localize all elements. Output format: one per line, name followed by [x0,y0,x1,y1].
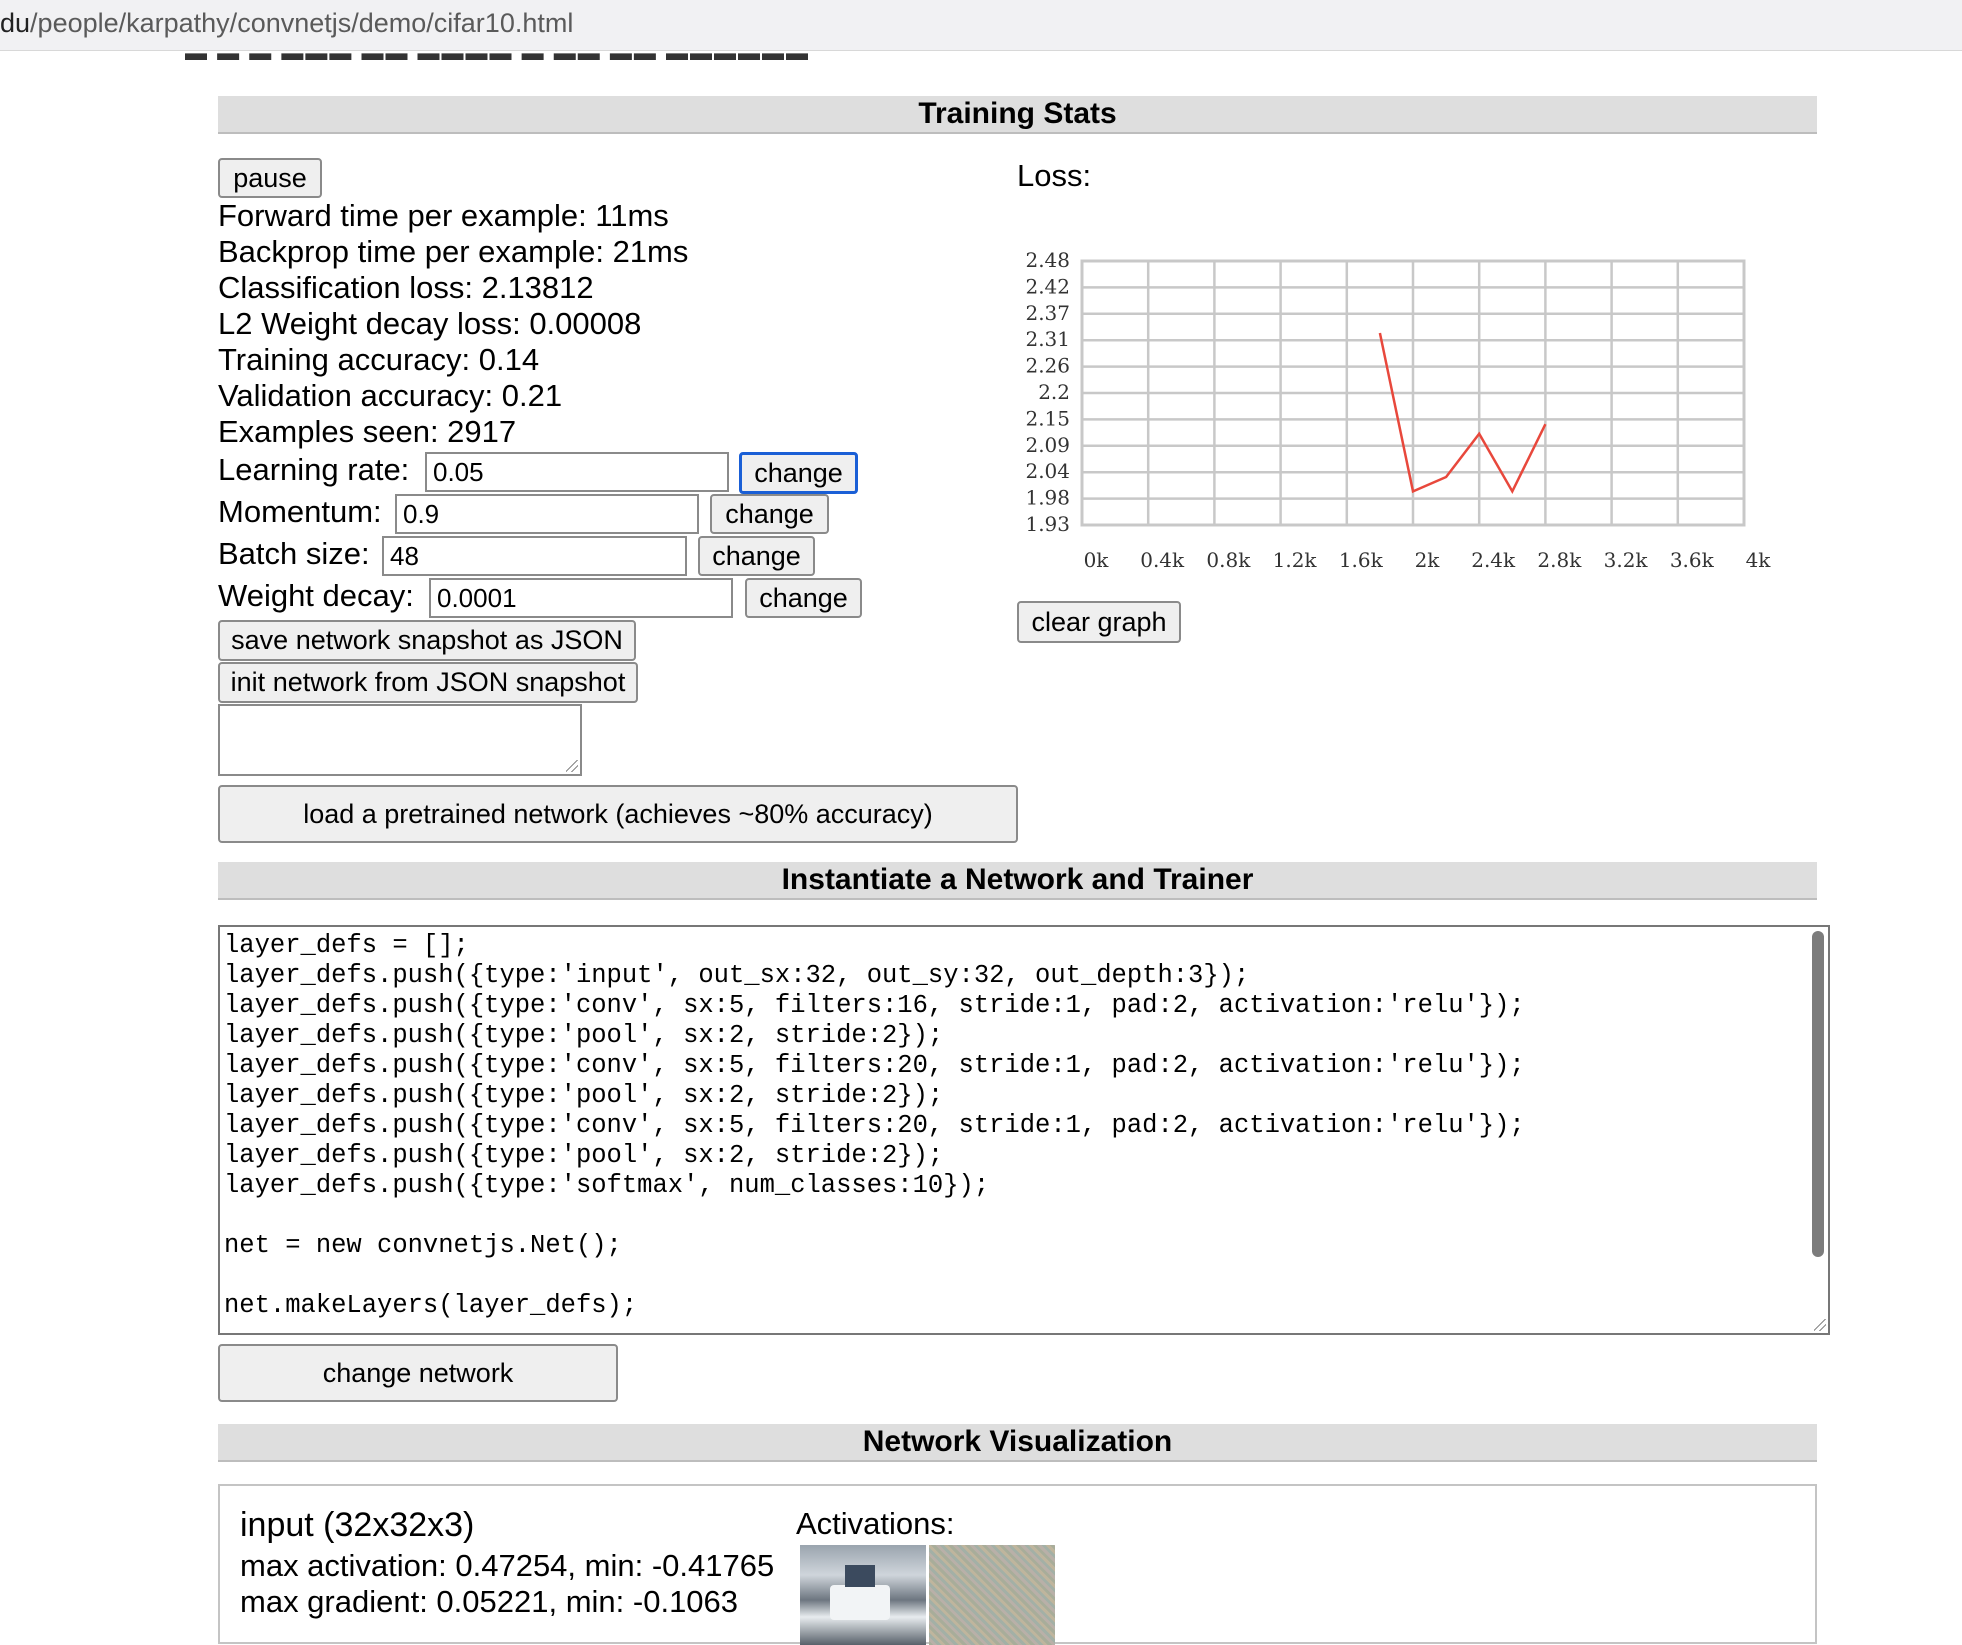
gradient-stats: max gradient: 0.05221, min: -0.1063 [240,1584,739,1619]
l2-weight-decay-loss: L2 Weight decay loss: 0.00008 [218,306,642,341]
code-scrollbar[interactable] [1812,931,1824,1257]
learning-rate-input[interactable]: 0.05 [425,452,729,492]
momentum-change-button[interactable]: change [710,494,829,534]
x-tick-label: 0k [1084,548,1110,572]
y-tick-label: 2.48 [1025,248,1070,272]
classification-loss: Classification loss: 2.13812 [218,270,594,305]
url-text[interactable]: du/people/karpathy/convnetjs/demo/cifar1… [0,8,573,39]
json-snapshot-textarea[interactable] [218,704,582,776]
url-path: /people/karpathy/convnetjs/demo/cifar10.… [30,8,574,38]
validation-accuracy: Validation accuracy: 0.21 [218,378,563,413]
x-tick-label: 1.6k [1339,548,1384,572]
resize-grip-icon[interactable] [566,760,578,772]
momentum-input[interactable]: 0.9 [395,494,699,534]
backprop-time: Backprop time per example: 21ms [218,234,689,269]
batch-size-change-button[interactable]: change [698,536,815,576]
code-line: layer_defs.push({type:'conv', sx:5, filt… [224,991,1525,1020]
x-tick-label: 1.2k [1273,548,1318,572]
x-tick-label: 0.4k [1140,548,1185,572]
code-line: layer_defs.push({type:'input', out_sx:32… [224,961,1250,990]
network-definition-textarea[interactable]: layer_defs = []; layer_defs.push({type:'… [218,925,1830,1335]
code-line: layer_defs.push({type:'pool', sx:2, stri… [224,1141,944,1170]
y-tick-label: 2.26 [1025,354,1070,378]
code-line: layer_defs.push({type:'pool', sx:2, stri… [224,1021,944,1050]
layer-title: input (32x32x3) [240,1506,475,1544]
code-line: layer_defs.push({type:'softmax', num_cla… [224,1171,990,1200]
visualization-header: Network Visualization [218,1424,1817,1462]
layer-visualization-panel: input (32x32x3) max activation: 0.47254,… [218,1484,1817,1645]
code-line: layer_defs.push({type:'conv', sx:5, filt… [224,1051,1525,1080]
x-tick-label: 2.8k [1537,548,1582,572]
forward-time: Forward time per example: 11ms [218,198,669,233]
clipped-text: ▬ ▬ ▬ ▬▬▬ ▬▬ ▬▬▬▬ ▬ ▬▬ ▬▬ ▬▬▬▬▬▬ [185,50,810,62]
save-snapshot-button[interactable]: save network snapshot as JSON [218,620,636,661]
weight-decay-label: Weight decay: [218,578,414,613]
load-pretrained-button[interactable]: load a pretrained network (achieves ~80%… [218,785,1018,843]
batch-size-label: Batch size: [218,536,370,571]
y-tick-label: 1.93 [1025,512,1070,536]
x-tick-label: 4k [1746,548,1772,572]
weight-decay-input[interactable]: 0.0001 [429,578,733,618]
code-line: net = new convnetjs.Net(); [224,1231,622,1260]
y-tick-label: 2.42 [1025,274,1070,298]
pause-button[interactable]: pause [218,158,322,198]
code-line: net.makeLayers(layer_defs); [224,1291,638,1320]
clear-graph-button[interactable]: clear graph [1017,601,1181,643]
boat-cabin [845,1565,875,1587]
url-prefix: du [0,8,31,38]
x-tick-label: 2.4k [1471,548,1516,572]
x-tick-label: 0.8k [1206,548,1251,572]
boat-shape [830,1585,890,1620]
y-tick-label: 2.2 [1038,380,1070,404]
y-tick-label: 1.98 [1025,486,1070,510]
loss-chart: 2.482.422.372.312.262.22.152.092.041.981… [1025,248,1772,572]
training-stats-header: Training Stats [218,96,1817,134]
momentum-label: Momentum: [218,494,382,529]
code-line: layer_defs.push({type:'pool', sx:2, stri… [224,1081,944,1110]
x-tick-label: 2k [1415,548,1441,572]
resize-grip-icon[interactable] [1814,1319,1826,1331]
activation-thumbnail-color [800,1545,926,1645]
training-accuracy: Training accuracy: 0.14 [218,342,540,377]
y-tick-label: 2.31 [1025,327,1070,351]
weight-decay-change-button[interactable]: change [745,578,862,618]
examples-seen: Examples seen: 2917 [218,414,517,449]
y-tick-label: 2.09 [1025,433,1070,457]
browser-address-bar[interactable]: du/people/karpathy/convnetjs/demo/cifar1… [0,0,1962,51]
change-network-button[interactable]: change network [218,1344,618,1402]
batch-size-input[interactable]: 48 [382,536,687,576]
instantiate-header: Instantiate a Network and Trainer [218,862,1817,900]
activation-thumbnail-gradient [929,1545,1055,1645]
y-tick-label: 2.15 [1025,406,1070,430]
learning-rate-label: Learning rate: [218,452,410,487]
loss-chart-label: Loss: [1017,158,1092,193]
y-tick-label: 2.04 [1025,459,1070,483]
y-tick-label: 2.37 [1025,301,1070,325]
learning-rate-change-button[interactable]: change [739,452,858,494]
code-line: layer_defs = []; [224,931,469,960]
activation-stats: max activation: 0.47254, min: -0.41765 [240,1548,775,1583]
activations-label: Activations: [796,1506,955,1541]
code-line: layer_defs.push({type:'conv', sx:5, filt… [224,1111,1525,1140]
clipped-text-line: ▬ ▬ ▬ ▬▬▬ ▬▬ ▬▬▬▬ ▬ ▬▬ ▬▬ ▬▬▬▬▬▬ [0,50,1962,62]
x-tick-label: 3.6k [1670,548,1715,572]
x-tick-label: 3.2k [1604,548,1649,572]
init-snapshot-button[interactable]: init network from JSON snapshot [218,662,638,703]
